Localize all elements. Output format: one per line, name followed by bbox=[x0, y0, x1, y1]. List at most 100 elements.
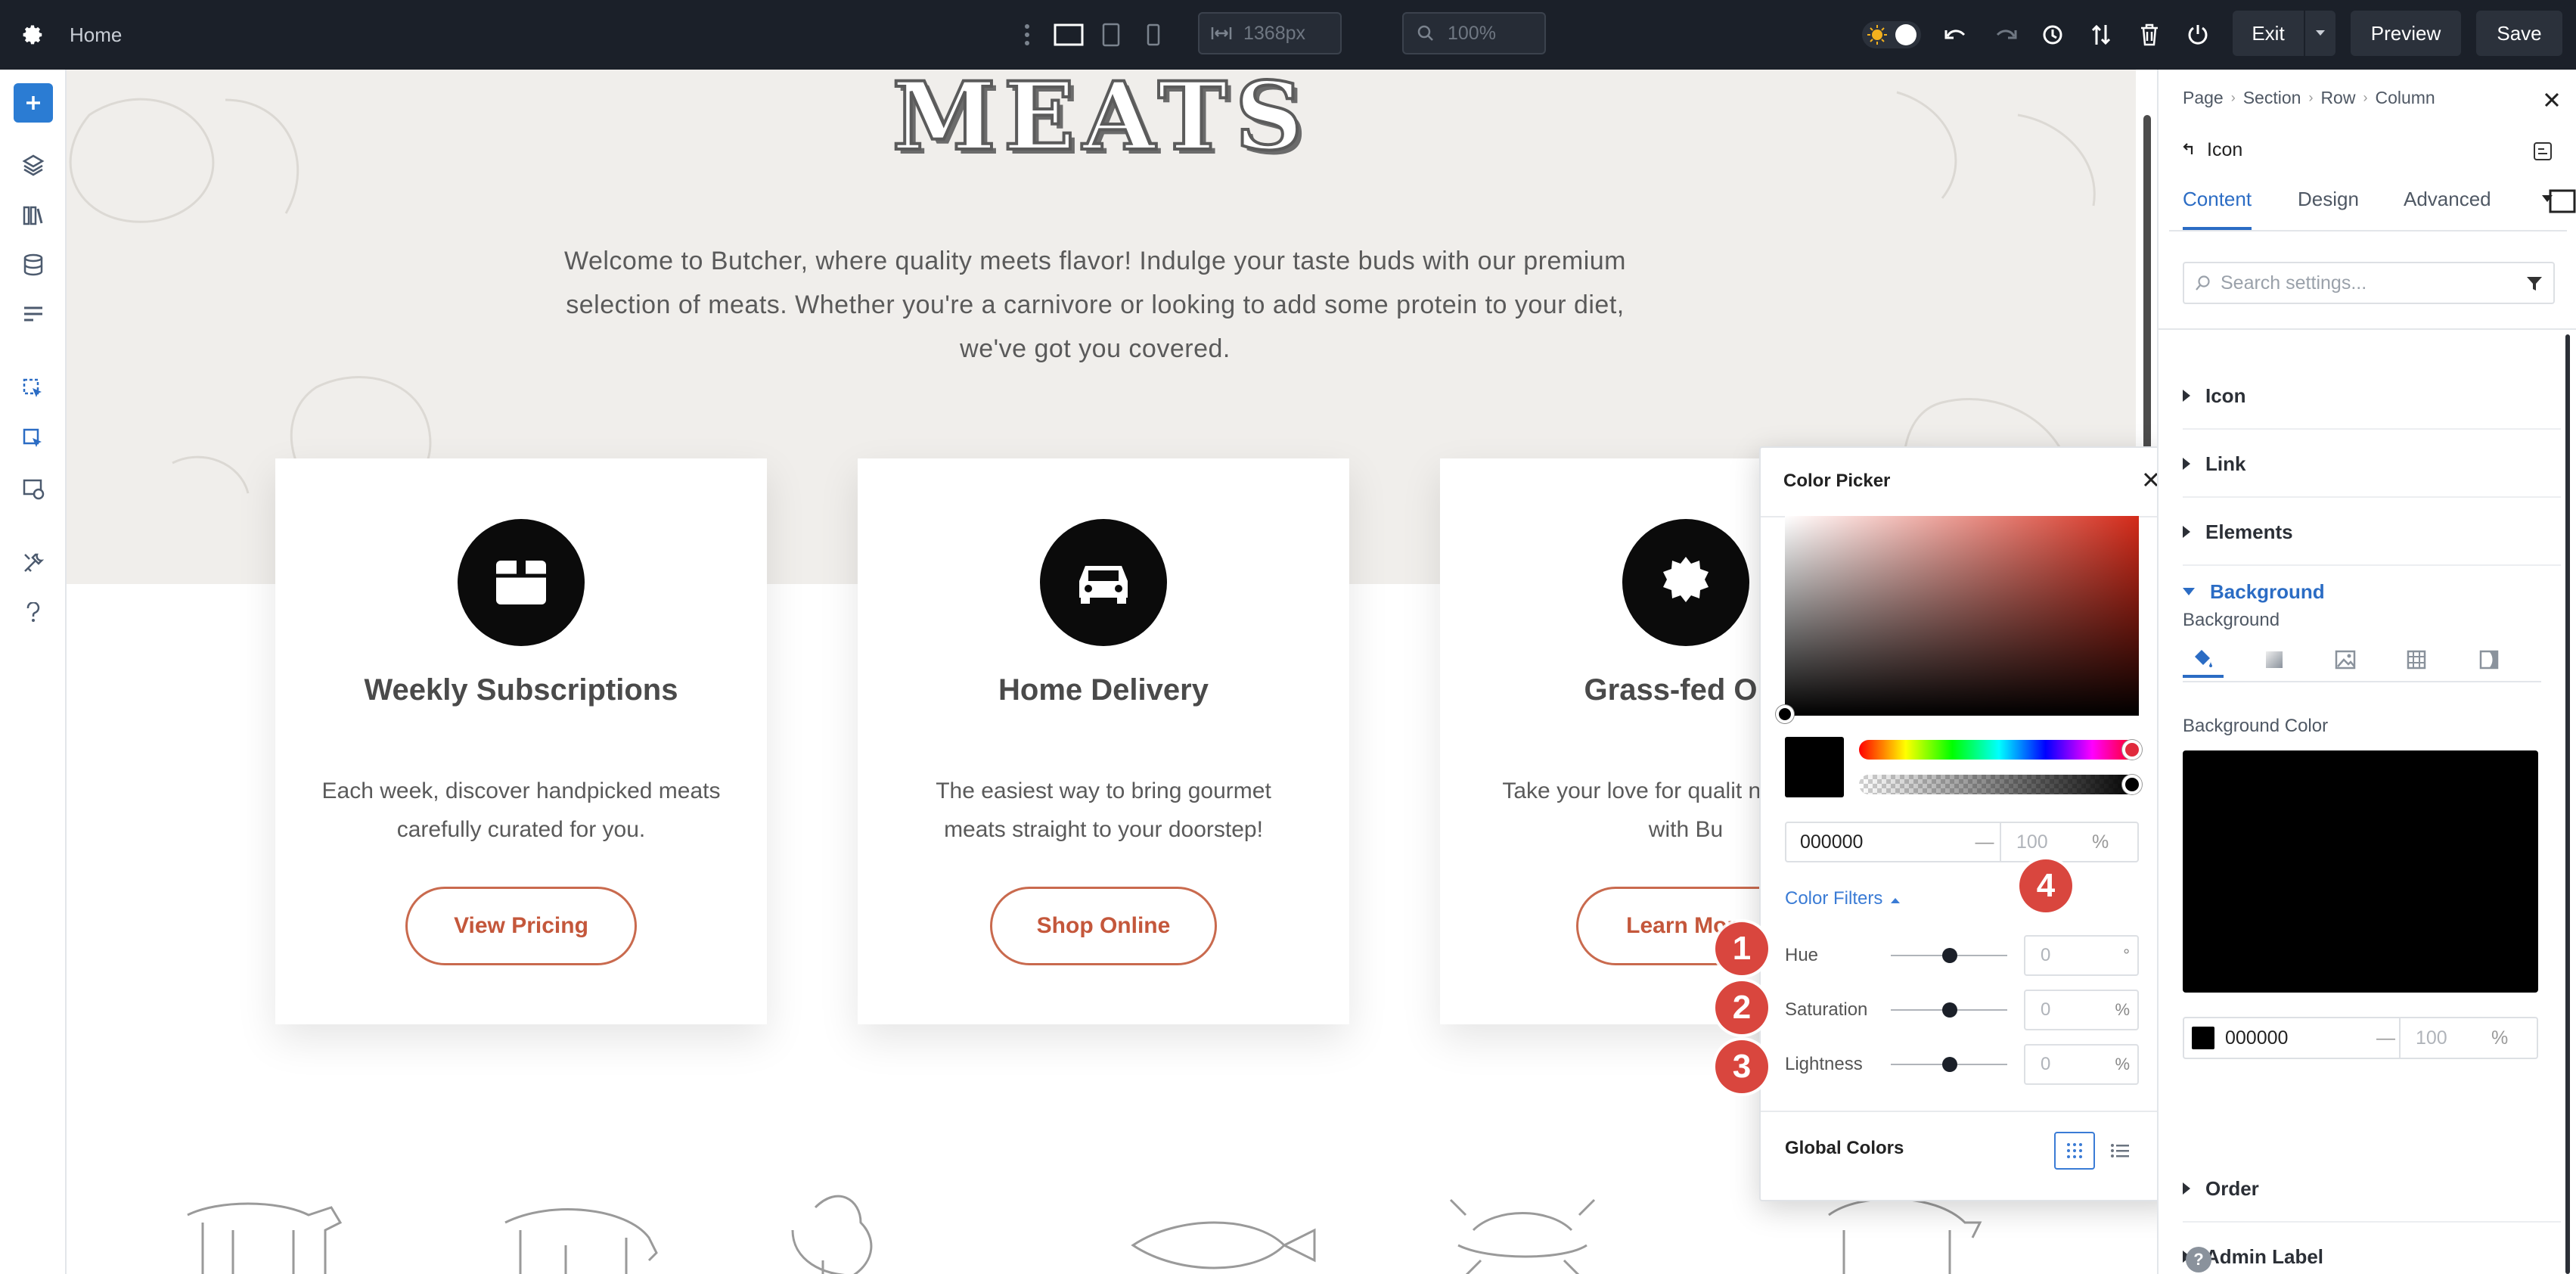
gradient-icon[interactable] bbox=[2254, 642, 2295, 678]
back-arrow-icon[interactable] bbox=[2183, 139, 2196, 161]
welcome-text: Welcome to Butcher, where quality meets … bbox=[563, 247, 1627, 363]
opacity-input[interactable]: 100 bbox=[2001, 831, 2092, 853]
image-icon[interactable] bbox=[2325, 642, 2366, 678]
canvas-width-field[interactable]: 1368px bbox=[1198, 12, 1342, 54]
tablet-view-icon[interactable] bbox=[1094, 17, 1128, 53]
view-pricing-button[interactable]: View Pricing bbox=[405, 887, 637, 965]
redo-icon[interactable] bbox=[1991, 17, 2021, 53]
exit-dropdown-caret-icon[interactable] bbox=[2305, 11, 2335, 56]
saturation-filter-knob[interactable] bbox=[1942, 1002, 1957, 1018]
theme-toggle[interactable] bbox=[1861, 17, 1923, 53]
layout-icon[interactable] bbox=[14, 295, 53, 334]
lightness-unit: % bbox=[2115, 1055, 2130, 1074]
zoom-field[interactable]: 100% bbox=[1402, 12, 1546, 54]
more-vertical-icon[interactable] bbox=[1015, 17, 1039, 53]
hue-label: Hue bbox=[1785, 945, 1819, 965]
mask-icon[interactable] bbox=[2469, 642, 2509, 678]
search-icon bbox=[2195, 275, 2218, 291]
caret-down-icon bbox=[2183, 588, 2195, 595]
lightness-label: Lightness bbox=[1785, 1054, 1863, 1074]
help-question-icon[interactable] bbox=[14, 593, 53, 632]
sort-arrows-icon[interactable] bbox=[2086, 17, 2116, 53]
layers-icon[interactable] bbox=[14, 145, 53, 185]
background-color-input-group: 000000 — 100 % bbox=[2183, 1017, 2538, 1059]
tab-advanced[interactable]: Advanced bbox=[2404, 188, 2491, 230]
portability-icon[interactable] bbox=[14, 469, 53, 508]
hue-slider[interactable] bbox=[1859, 740, 2139, 760]
certificate-badge-icon[interactable] bbox=[1622, 519, 1749, 646]
group-label: Background bbox=[2210, 580, 2325, 603]
search-placeholder: Search settings... bbox=[2221, 272, 2367, 294]
opacity-unit: % bbox=[2092, 831, 2109, 853]
add-plus-icon[interactable] bbox=[14, 83, 53, 123]
close-icon[interactable] bbox=[2537, 85, 2567, 115]
opacity-slider-handle[interactable] bbox=[2122, 775, 2142, 794]
help-bubble-icon[interactable]: ? bbox=[2186, 1247, 2211, 1272]
group-icon-toggle[interactable]: Icon bbox=[2183, 363, 2561, 430]
preview-button[interactable]: Preview bbox=[2351, 11, 2461, 56]
panel-scrollbar[interactable] bbox=[2565, 334, 2570, 1274]
lightness-filter-knob[interactable] bbox=[1942, 1057, 1957, 1072]
car-icon[interactable] bbox=[1040, 519, 1167, 646]
box-icon[interactable] bbox=[458, 519, 585, 646]
breadcrumb-item[interactable]: Row bbox=[2320, 88, 2355, 108]
hue-filter-knob[interactable] bbox=[1942, 948, 1957, 963]
tab-content[interactable]: Content bbox=[2183, 188, 2252, 230]
group-admin-label-toggle[interactable]: Admin Label bbox=[2183, 1224, 2561, 1274]
phone-view-icon[interactable] bbox=[1136, 17, 1171, 53]
saturation-value-area[interactable] bbox=[1785, 516, 2139, 716]
filter-icon[interactable] bbox=[2522, 271, 2547, 297]
group-link-toggle[interactable]: Link bbox=[2183, 431, 2561, 498]
lightness-filter-input[interactable]: 0% bbox=[2024, 1044, 2139, 1085]
breadcrumb-item[interactable]: Column bbox=[2375, 88, 2435, 108]
group-label: Link bbox=[2205, 452, 2246, 475]
history-clock-icon[interactable] bbox=[2038, 17, 2068, 53]
color-swatch[interactable] bbox=[2192, 1027, 2214, 1049]
desktop-view-icon[interactable] bbox=[1050, 17, 1088, 53]
width-arrows-icon bbox=[1210, 22, 1233, 45]
trash-icon[interactable] bbox=[2134, 17, 2165, 53]
power-icon[interactable] bbox=[2183, 17, 2213, 53]
library-icon[interactable] bbox=[14, 195, 53, 235]
chevron-right-icon: › bbox=[2363, 90, 2368, 105]
step-badge: 3 bbox=[1715, 1040, 1768, 1093]
breadcrumb-item[interactable]: Section bbox=[2243, 88, 2301, 108]
tools-icon[interactable] bbox=[14, 543, 53, 583]
hue-slider-handle[interactable] bbox=[2122, 740, 2142, 760]
color-filters-toggle[interactable]: Color Filters bbox=[1785, 888, 1901, 909]
opacity-slider[interactable] bbox=[1859, 775, 2139, 794]
group-background-toggle[interactable]: Background bbox=[2183, 569, 2561, 614]
grid-view-icon[interactable] bbox=[2054, 1132, 2095, 1170]
pattern-icon[interactable] bbox=[2396, 642, 2437, 678]
background-hex-input[interactable]: 000000 bbox=[2225, 1027, 2376, 1049]
tab-design[interactable]: Design bbox=[2298, 188, 2359, 230]
background-color-preview[interactable] bbox=[2183, 750, 2538, 993]
save-button[interactable]: Save bbox=[2476, 11, 2562, 56]
paint-bucket-icon[interactable] bbox=[2183, 642, 2224, 678]
preset-box-icon[interactable] bbox=[2549, 189, 2576, 217]
page-title: Home bbox=[70, 23, 123, 46]
hue-filter-input[interactable]: 0 ° bbox=[2024, 935, 2139, 976]
group-order-toggle[interactable]: Order bbox=[2183, 1156, 2561, 1223]
search-settings-input[interactable]: Search settings... bbox=[2183, 262, 2555, 304]
global-colors-label: Global Colors bbox=[1785, 1138, 1904, 1158]
group-elements-toggle[interactable]: Elements bbox=[2183, 499, 2561, 566]
saturation-filter-input[interactable]: 0% bbox=[2024, 990, 2139, 1030]
saturation-value-handle[interactable] bbox=[1776, 705, 1794, 723]
shop-online-button[interactable]: Shop Online bbox=[990, 887, 1217, 965]
exit-button[interactable]: Exit bbox=[2233, 11, 2304, 56]
hex-input[interactable]: 000000 bbox=[1786, 831, 1969, 853]
background-opacity-input[interactable]: 100 bbox=[2401, 1027, 2491, 1049]
database-icon[interactable] bbox=[14, 245, 53, 284]
module-options-icon[interactable] bbox=[2528, 136, 2558, 166]
top-toolbar: Home 1368px 100% Exit Preview Save bbox=[0, 0, 2576, 70]
breadcrumb-item[interactable]: Page bbox=[2183, 88, 2224, 108]
saturation-filter-row: Saturation 0% bbox=[1785, 990, 2139, 1030]
list-view-icon[interactable] bbox=[2101, 1132, 2139, 1170]
page-builder-icon[interactable] bbox=[14, 369, 53, 409]
theme-builder-icon[interactable] bbox=[14, 419, 53, 458]
group-label: Elements bbox=[2205, 520, 2293, 543]
module-name: Icon bbox=[2207, 139, 2243, 160]
undo-icon[interactable] bbox=[1941, 17, 1971, 53]
settings-gear-icon[interactable] bbox=[15, 17, 51, 53]
